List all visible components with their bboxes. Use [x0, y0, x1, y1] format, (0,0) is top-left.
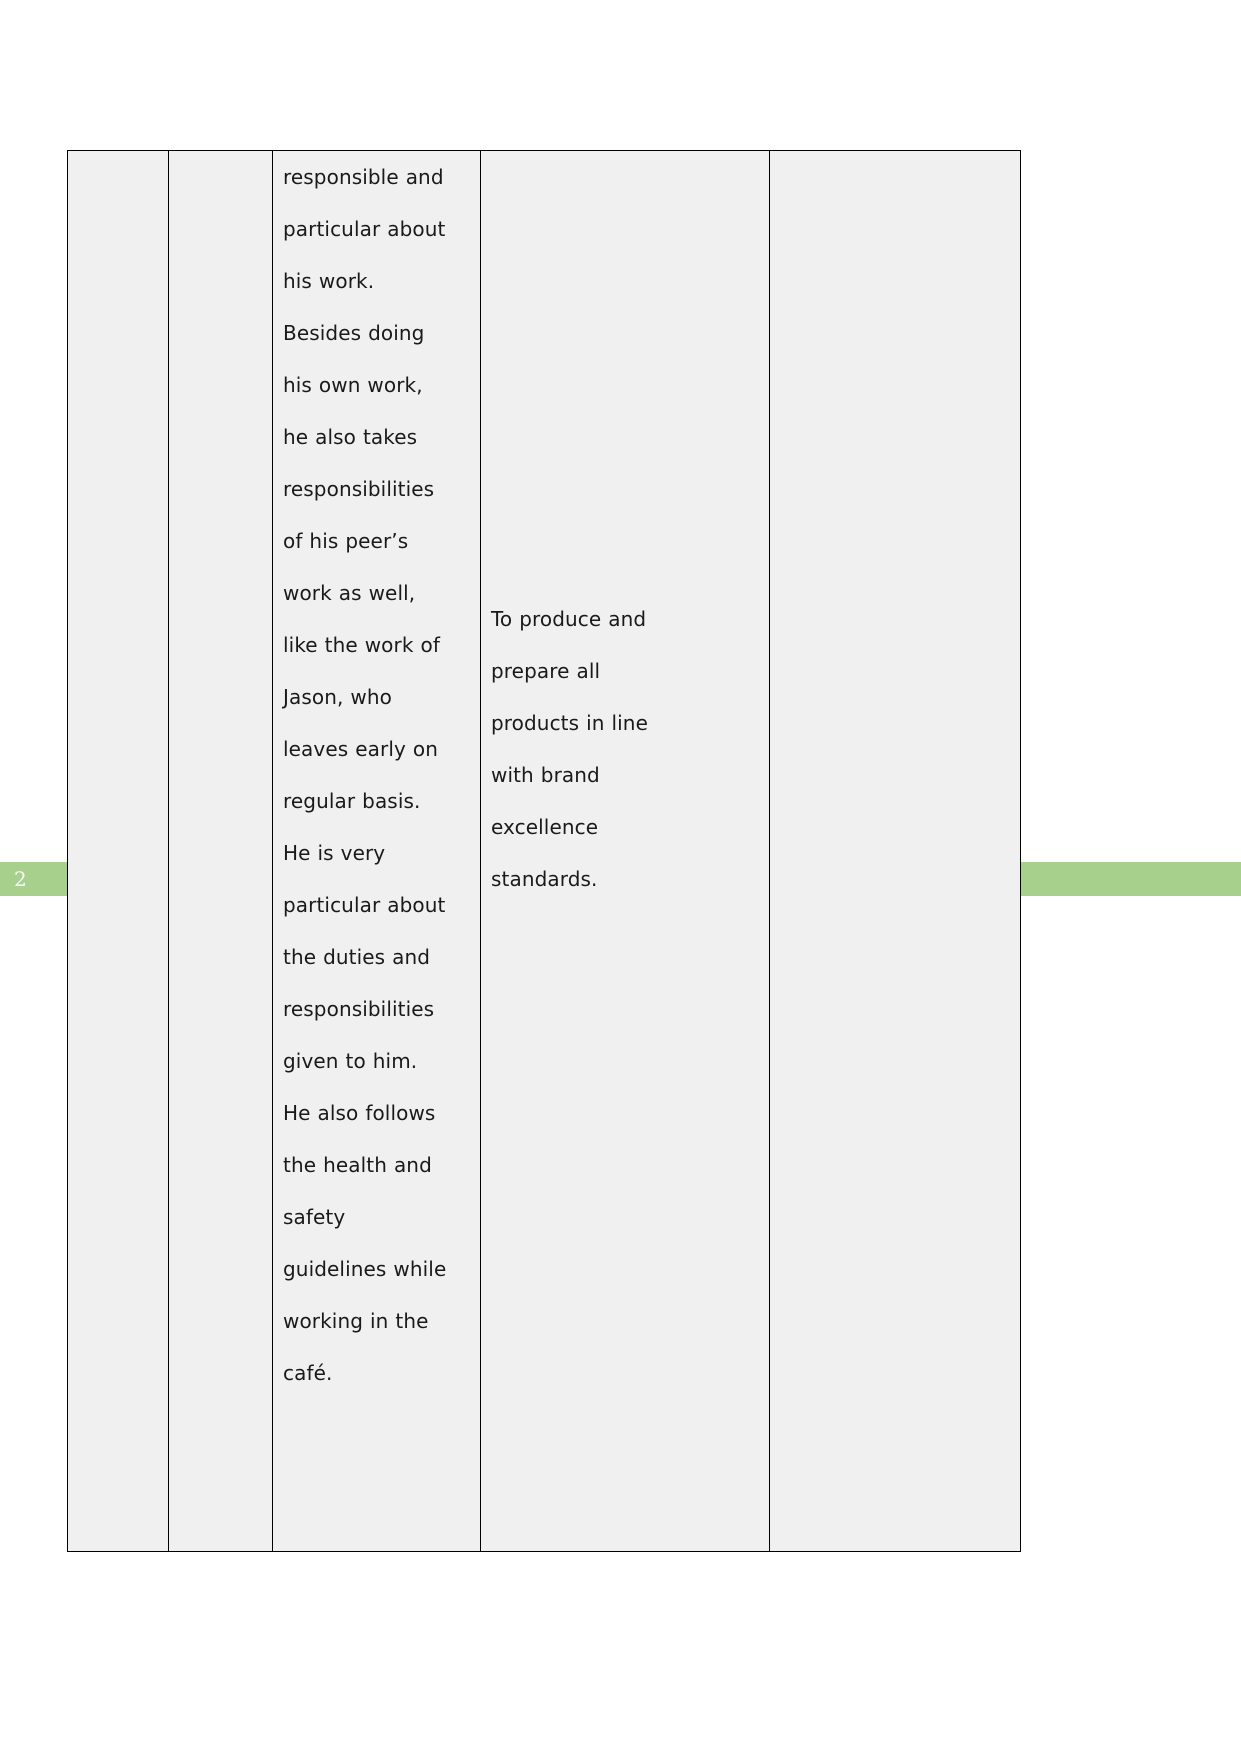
- text-line: He also follows: [283, 1101, 436, 1125]
- text-line: excellence: [491, 815, 599, 839]
- text-line: Besides doing: [283, 321, 425, 345]
- text-line: leaves early on: [283, 737, 438, 761]
- document-page: 2 responsible and particular about his wor…: [0, 0, 1241, 1754]
- content-table: responsible and particular about his work.…: [67, 150, 1021, 1552]
- text-line: To produce and: [491, 607, 647, 631]
- text-line: responsibilities: [283, 477, 435, 501]
- text-line: café.: [283, 1361, 333, 1385]
- text-line: with brand: [491, 763, 600, 787]
- text-line: particular about: [283, 893, 446, 917]
- text-line: responsible and: [283, 165, 444, 189]
- text-line: like the work of: [283, 633, 440, 657]
- table-cell-column-1: [67, 150, 169, 1552]
- text-line: working in the: [283, 1309, 429, 1333]
- text-line: standards.: [491, 867, 598, 891]
- table-row: responsible and particular about his work.…: [67, 150, 1021, 1552]
- text-line: particular about: [283, 217, 446, 241]
- text-line: products in line: [491, 711, 648, 735]
- text-line: Jason, who: [283, 685, 392, 709]
- text-line: the health and: [283, 1153, 432, 1177]
- text-line: guidelines while: [283, 1257, 447, 1281]
- text-line: given to him.: [283, 1049, 418, 1073]
- text-line: his work.: [283, 269, 375, 293]
- page-number-label: 2: [14, 867, 27, 891]
- text-line: responsibilities: [283, 997, 435, 1021]
- text-line: his own work,: [283, 373, 423, 397]
- text-line: work as well,: [283, 581, 416, 605]
- table-cell-column-4: To produce and prepare all products in lin…: [480, 150, 770, 1552]
- cell-content-column-3: responsible and particular about his work.…: [274, 152, 480, 1400]
- employee-performance-text: responsible and particular about his work.…: [283, 152, 470, 1400]
- table-cell-column-2: [168, 150, 273, 1552]
- text-line: the duties and: [283, 945, 431, 969]
- text-line: prepare all: [491, 659, 601, 683]
- text-line: regular basis.: [283, 789, 421, 813]
- table-cell-column-5: [769, 150, 1021, 1552]
- cell-content-column-4: To produce and prepare all products in lin…: [482, 152, 769, 906]
- job-purpose-text: To produce and prepare all products in lin…: [491, 593, 759, 905]
- text-line: He is very: [283, 841, 386, 865]
- text-line: of his peer’s: [283, 529, 409, 553]
- text-line: he also takes: [283, 425, 418, 449]
- text-line: safety: [283, 1205, 346, 1229]
- table-cell-column-3: responsible and particular about his work.…: [272, 150, 481, 1552]
